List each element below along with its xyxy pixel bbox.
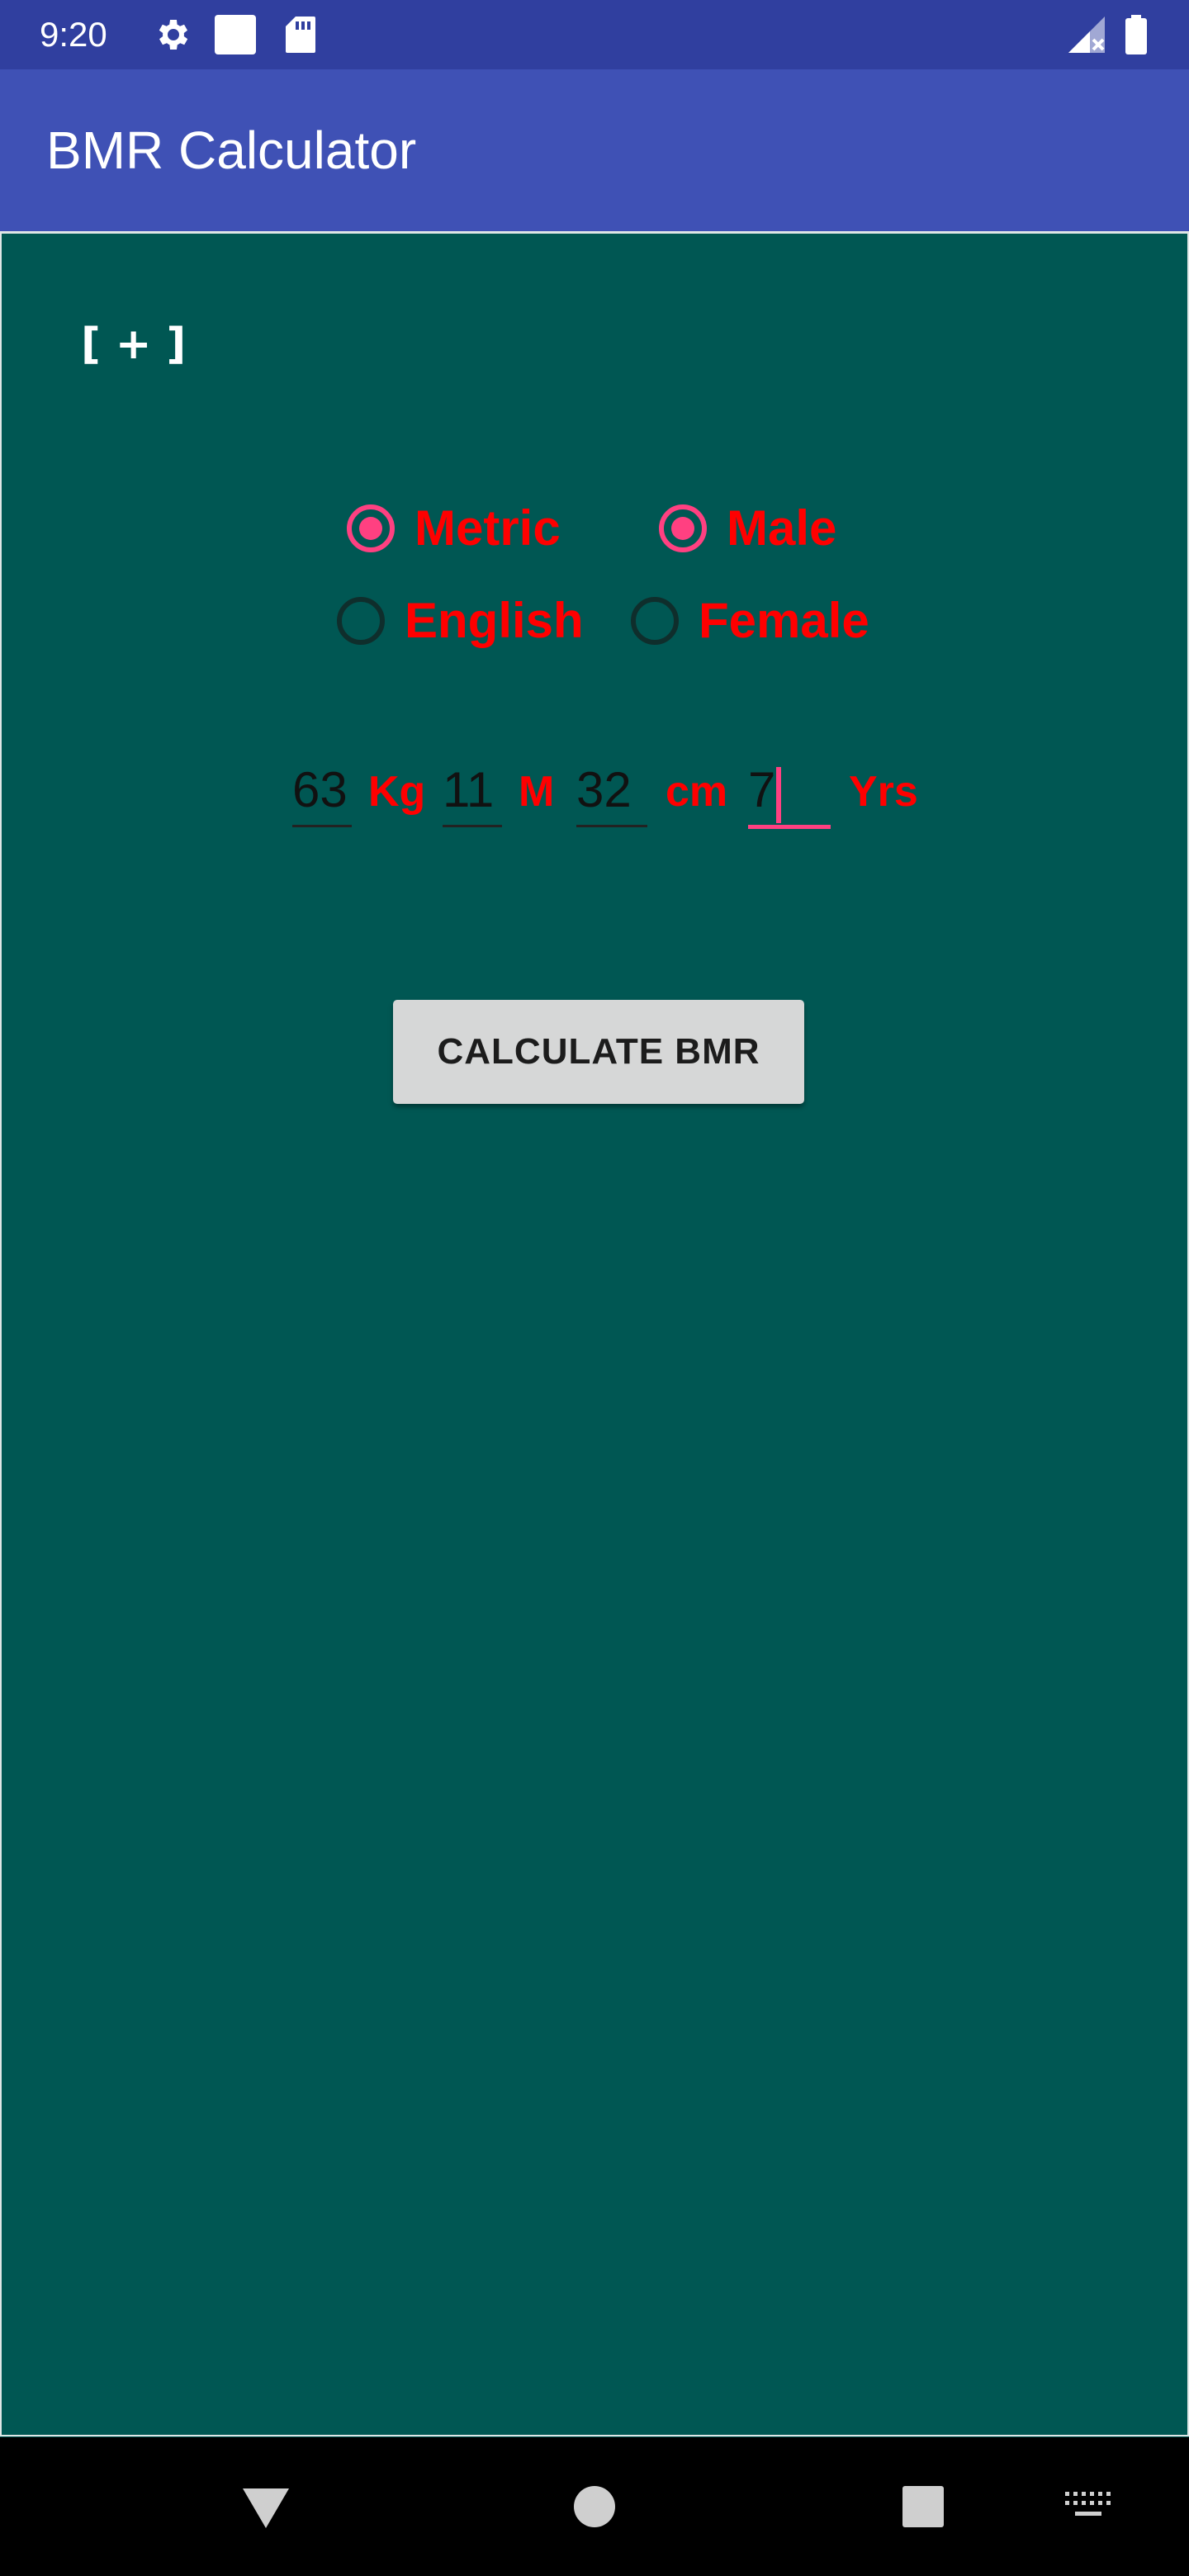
weight-unit-label: Kg bbox=[368, 768, 426, 816]
height-cm-input[interactable]: 32 bbox=[576, 759, 647, 827]
radio-male[interactable]: Male bbox=[659, 500, 836, 557]
radio-english-label: English bbox=[405, 593, 584, 648]
radio-male-label: Male bbox=[727, 500, 837, 556]
expand-toggle[interactable]: [ + ] bbox=[81, 320, 186, 369]
status-bar: 9:20 bbox=[0, 0, 1189, 69]
radio-female[interactable]: Female bbox=[631, 592, 869, 650]
age-unit-label: Yrs bbox=[849, 768, 918, 816]
weight-input[interactable]: 63 bbox=[292, 759, 352, 827]
signal-icon bbox=[1067, 15, 1106, 59]
height-m-input[interactable]: 11 bbox=[443, 759, 502, 827]
main-content: [ + ] Metric English Male Female 63 Kg 1… bbox=[0, 231, 1189, 2436]
radio-english[interactable]: English bbox=[337, 592, 584, 650]
radio-metric-label: Metric bbox=[414, 500, 561, 556]
radio-metric-circle[interactable] bbox=[347, 504, 395, 552]
height-m-unit-label: M bbox=[519, 768, 555, 816]
keyboard-icon[interactable] bbox=[1065, 2492, 1111, 2526]
text-cursor bbox=[776, 767, 781, 823]
radio-english-circle[interactable] bbox=[337, 597, 385, 645]
back-triangle-icon[interactable] bbox=[241, 2487, 291, 2534]
age-input-value: 7 bbox=[748, 762, 776, 817]
height-cm-unit-label: cm bbox=[666, 768, 728, 816]
square-notification-icon bbox=[213, 13, 258, 60]
age-input[interactable]: 7 bbox=[748, 759, 831, 829]
radio-metric[interactable]: Metric bbox=[347, 500, 561, 557]
status-time: 9:20 bbox=[40, 15, 107, 54]
home-circle-icon[interactable] bbox=[573, 2485, 616, 2532]
calculate-bmr-button[interactable]: CALCULATE BMR bbox=[393, 1000, 804, 1104]
app-title: BMR Calculator bbox=[46, 121, 417, 180]
radio-female-circle[interactable] bbox=[631, 597, 679, 645]
recents-square-icon[interactable] bbox=[902, 2485, 945, 2532]
navigation-bar bbox=[0, 2437, 1189, 2576]
gear-icon bbox=[152, 15, 192, 59]
radio-male-circle[interactable] bbox=[659, 504, 707, 552]
battery-icon bbox=[1125, 15, 1148, 59]
app-bar: BMR Calculator bbox=[0, 69, 1189, 231]
sd-card-icon bbox=[284, 15, 317, 59]
radio-female-label: Female bbox=[699, 593, 869, 648]
